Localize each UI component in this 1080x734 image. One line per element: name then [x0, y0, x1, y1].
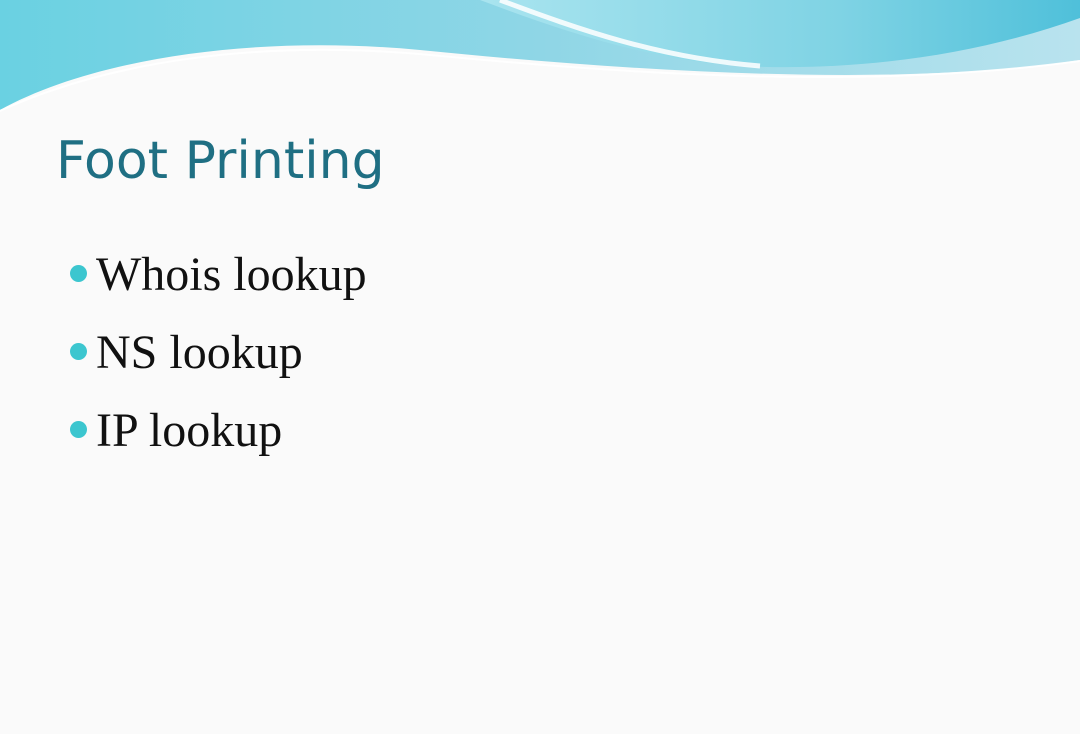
bullet-item-ns: NS lookup — [70, 314, 367, 392]
bullet-dot-icon — [70, 342, 87, 360]
bullet-list: Whois lookup NS lookup IP lookup — [70, 236, 367, 470]
bullet-text: NS lookup — [96, 326, 303, 379]
slide: Foot Printing Whois lookup NS lookup IP … — [0, 0, 1080, 734]
bullet-item-whois: Whois lookup — [70, 236, 367, 314]
bullet-item-ip: IP lookup — [70, 392, 367, 470]
bullet-text: IP lookup — [96, 404, 283, 457]
bullet-text: Whois lookup — [96, 248, 367, 301]
bullet-dot-icon — [70, 420, 87, 438]
wave-header-decoration — [0, 0, 1080, 130]
slide-title: Foot Printing — [56, 131, 385, 191]
bullet-dot-icon — [70, 264, 87, 282]
